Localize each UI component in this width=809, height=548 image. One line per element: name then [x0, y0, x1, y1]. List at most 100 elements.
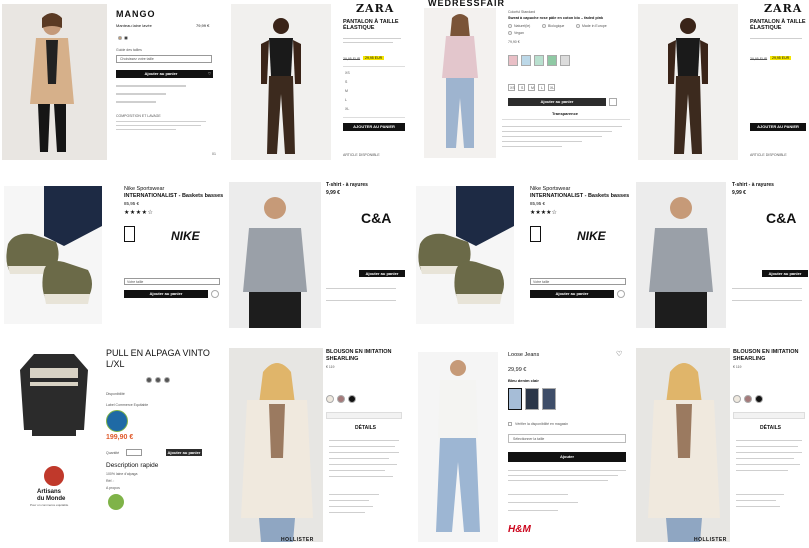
- color-swatch-mauve[interactable]: [337, 395, 345, 403]
- artisans-logo-line2: du Monde: [37, 496, 66, 502]
- hm-desc-line: [508, 480, 608, 481]
- label-checkbox-bio[interactable]: [542, 24, 546, 28]
- zara-availability-link[interactable]: ARTICLE DISPONIBLE: [750, 153, 787, 157]
- hollister-product-photo: [229, 348, 323, 542]
- color-swatch-black[interactable]: [124, 36, 128, 40]
- nike-size-select[interactable]: Votre taille: [530, 278, 626, 285]
- zara-logo[interactable]: ZARA: [356, 2, 394, 16]
- zara-size-xl[interactable]: XL: [345, 107, 349, 111]
- color-swatch-black[interactable]: [348, 395, 356, 403]
- wedressfair-size-m[interactable]: M: [528, 84, 535, 91]
- ca-product-title: T-shirt - à rayures: [732, 182, 774, 188]
- wedressfair-price: 79,90 €: [508, 40, 520, 44]
- label-checkbox-vegan[interactable]: [508, 31, 512, 35]
- hollister-size-select[interactable]: [326, 412, 402, 419]
- color-swatch-mauve[interactable]: [744, 395, 752, 403]
- size-label: M: [531, 86, 534, 90]
- hm-store-check-checkbox[interactable]: [508, 422, 512, 426]
- zara-product-page-1: ZARA PANTALON À TAILLE ÉLASTIQUE 39,95 E…: [229, 0, 409, 162]
- ca-logo[interactable]: C&A: [361, 210, 391, 226]
- zara-size-s[interactable]: S: [345, 80, 347, 84]
- zara-add-to-cart-button[interactable]: AJOUTER AU PANIER: [750, 123, 806, 131]
- wedressfair-wishlist-button[interactable]: [609, 98, 617, 106]
- zara-logo[interactable]: ZARA: [764, 2, 802, 16]
- nike-color-thumb-selected[interactable]: [124, 226, 135, 242]
- hollister-brand-logo[interactable]: HOLLISTER: [281, 537, 314, 544]
- color-swatch-camel[interactable]: [118, 36, 122, 40]
- wedressfair-size-l[interactable]: L: [538, 84, 545, 91]
- label-europe: Made in Europe: [582, 24, 607, 28]
- nike-brand[interactable]: Nike Sportswear: [530, 186, 570, 192]
- color-swatch-cream[interactable]: [326, 395, 334, 403]
- zara-product-title: PANTALON À TAILLE ÉLASTIQUE: [343, 19, 399, 32]
- size-label: XS: [510, 86, 515, 90]
- color-swatch-cream[interactable]: [733, 395, 741, 403]
- hollister-desc-line: [736, 500, 776, 501]
- nike-size-select[interactable]: Votre taille: [124, 278, 220, 285]
- ca-add-to-cart-button[interactable]: Ajouter au panier: [762, 270, 808, 277]
- hm-wishlist-icon[interactable]: ♡: [616, 351, 622, 359]
- hm-size-select[interactable]: Sélectionner la taille: [508, 434, 626, 443]
- nike-wishlist-button[interactable]: [211, 290, 219, 298]
- nike-product-title: INTERNATIONALIST - Baskets basses: [124, 193, 224, 199]
- hm-desc-line: [508, 502, 578, 503]
- nike-logo[interactable]: NIKE: [577, 229, 606, 244]
- color-swatch-pink[interactable]: [508, 55, 518, 66]
- nike-add-to-cart-button[interactable]: Ajouter au panier: [124, 290, 208, 298]
- wedressfair-size-xl[interactable]: XL: [548, 84, 555, 91]
- ca-info-line: [732, 300, 802, 301]
- hm-logo[interactable]: H&M: [508, 524, 531, 536]
- hm-color-thumb-light[interactable]: [508, 388, 522, 410]
- nike-brand[interactable]: Nike Sportswear: [124, 186, 164, 192]
- wedressfair-transparency-heading[interactable]: Transparence: [552, 111, 578, 117]
- artisans-product-photo: [18, 350, 90, 438]
- share-icon[interactable]: [155, 377, 161, 383]
- hollister-size-select[interactable]: [733, 412, 805, 419]
- nike-add-to-cart-button[interactable]: Ajouter au panier: [530, 290, 614, 298]
- hm-color-thumb-navy[interactable]: [542, 388, 556, 410]
- zara-add-to-cart-button[interactable]: AJOUTER AU PANIER: [343, 123, 405, 131]
- ca-add-to-cart-button[interactable]: Ajouter au panier: [359, 270, 405, 277]
- zara-product-page-2: ZARA PANTALON À TAILLE ÉLASTIQUE 39,95 E…: [636, 0, 809, 162]
- nike-color-thumb-selected[interactable]: [530, 226, 541, 242]
- mango-size-select[interactable]: Choisissez votre taille: [116, 55, 212, 63]
- artisans-add-to-cart-button[interactable]: Ajouter au panier: [166, 449, 202, 456]
- mango-wishlist-button[interactable]: ♡: [206, 70, 213, 78]
- hm-add-button[interactable]: Ajouter: [508, 452, 626, 462]
- wedressfair-desc-line: [502, 131, 612, 132]
- wedressfair-size-xs[interactable]: XS: [508, 84, 515, 91]
- ca-logo[interactable]: C&A: [766, 210, 796, 226]
- hollister-desc-line: [736, 464, 800, 465]
- hollister-details-heading[interactable]: DÉTAILS: [760, 425, 781, 432]
- nike-rating-stars[interactable]: ★★★★☆: [530, 210, 557, 217]
- share-icon[interactable]: [164, 377, 170, 383]
- wedressfair-size-s[interactable]: S: [518, 84, 525, 91]
- mango-size-guide-link[interactable]: Guide des tailles: [116, 48, 142, 52]
- color-swatch-blue[interactable]: [521, 55, 531, 66]
- label-checkbox-europe[interactable]: [576, 24, 580, 28]
- artisans-qty-input[interactable]: [126, 449, 142, 456]
- label-checkbox-naturel[interactable]: [508, 24, 512, 28]
- ca-price: 9,99 €: [732, 190, 746, 196]
- zara-size-m[interactable]: M: [345, 89, 348, 93]
- hollister-details-heading[interactable]: DÉTAILS: [355, 425, 376, 432]
- mango-composition-heading[interactable]: COMPOSITION ET LAVAGE: [116, 114, 161, 118]
- hm-store-check-label[interactable]: Vérifier la disponibilité en magasin: [515, 422, 568, 426]
- mango-logo[interactable]: MANGO: [116, 9, 156, 19]
- nike-wishlist-button[interactable]: [617, 290, 625, 298]
- zara-size-l[interactable]: L: [345, 98, 347, 102]
- share-icon[interactable]: [146, 377, 152, 383]
- hm-color-thumb-dark[interactable]: [525, 388, 539, 410]
- mango-add-to-cart-button[interactable]: Ajouter au panier: [116, 70, 206, 78]
- color-swatch-mint[interactable]: [534, 55, 544, 66]
- size-label: L: [541, 86, 543, 90]
- color-swatch-green[interactable]: [547, 55, 557, 66]
- nike-logo[interactable]: NIKE: [171, 229, 200, 244]
- color-swatch-black[interactable]: [755, 395, 763, 403]
- hollister-brand-logo[interactable]: HOLLISTER: [694, 537, 727, 544]
- nike-rating-stars[interactable]: ★★★★☆: [124, 210, 153, 217]
- zara-size-xs[interactable]: XS: [345, 71, 350, 75]
- color-swatch-grey[interactable]: [560, 55, 570, 66]
- zara-availability-link[interactable]: ARTICLE DISPONIBLE: [343, 153, 380, 157]
- wedressfair-add-to-cart-button[interactable]: Ajouter au panier: [508, 98, 606, 106]
